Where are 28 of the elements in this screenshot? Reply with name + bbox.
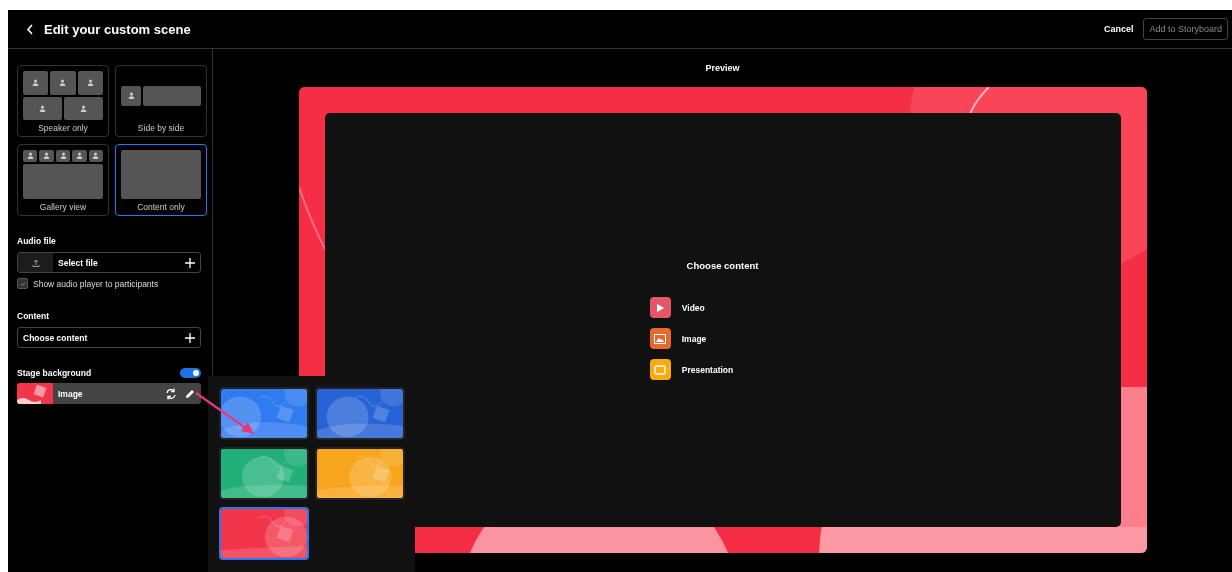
- preview-title: Preview: [705, 63, 740, 73]
- refresh-icon[interactable]: [165, 387, 177, 400]
- checkmark-icon: [19, 280, 26, 287]
- pencil-icon[interactable]: [185, 388, 195, 399]
- layout-label: Speaker only: [37, 123, 89, 133]
- plus-icon: [185, 257, 195, 268]
- checkbox-label: Show audio player to participants: [33, 278, 159, 289]
- section-heading: Audio file: [17, 236, 56, 246]
- toggle-switch[interactable]: [180, 368, 201, 378]
- cancel-button[interactable]: Cancel: [1101, 20, 1136, 38]
- layout-label: Gallery view: [38, 202, 88, 212]
- layout-option[interactable]: Content only: [115, 144, 207, 216]
- layout-label: Side by side: [136, 123, 186, 133]
- checkbox[interactable]: [17, 278, 28, 289]
- back-icon[interactable]: [26, 23, 34, 35]
- select-file-button[interactable]: Select file: [17, 252, 201, 273]
- section-heading: Stage background: [17, 368, 92, 378]
- layout-option[interactable]: Side by side: [115, 65, 207, 137]
- layout-label: Content only: [136, 202, 186, 212]
- choose-content-button[interactable]: Choose content: [17, 327, 201, 348]
- upload-icon: [31, 258, 40, 267]
- layout-option[interactable]: Speaker only: [17, 65, 109, 137]
- plus-icon: [185, 332, 195, 343]
- background-label: Image: [57, 388, 84, 399]
- layout-option[interactable]: Gallery view: [17, 144, 109, 216]
- page-title: Edit your custom scene: [44, 21, 192, 37]
- background-row[interactable]: Image: [17, 383, 201, 404]
- section-heading: Content: [17, 311, 50, 321]
